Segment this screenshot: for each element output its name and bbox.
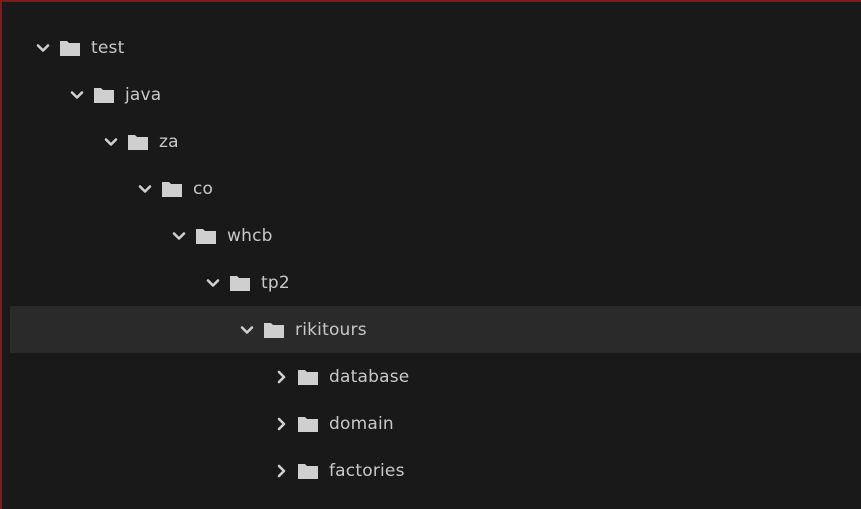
tree-item-tp2[interactable]: tp2 bbox=[10, 259, 861, 306]
tree-item-label: co bbox=[193, 178, 214, 199]
folder-icon bbox=[298, 463, 318, 479]
tree-item-label: test bbox=[91, 37, 125, 58]
tree-item-label: tp2 bbox=[261, 272, 290, 293]
tree-item-database[interactable]: database bbox=[10, 353, 861, 400]
tree-item-factories[interactable]: factories bbox=[10, 447, 861, 494]
chevron-down-icon[interactable] bbox=[205, 275, 221, 291]
tree-item-label: factories bbox=[329, 460, 405, 481]
folder-icon bbox=[298, 416, 318, 432]
chevron-down-icon[interactable] bbox=[69, 87, 85, 103]
tree-item-test[interactable]: test bbox=[10, 24, 861, 71]
folder-icon bbox=[128, 134, 148, 150]
file-tree: test java za co whcb tp2 rikitours datab… bbox=[10, 24, 861, 494]
folder-icon bbox=[162, 181, 182, 197]
tree-item-label: whcb bbox=[227, 225, 273, 246]
chevron-down-icon[interactable] bbox=[239, 322, 255, 338]
folder-icon bbox=[60, 40, 80, 56]
tree-item-rikitours[interactable]: rikitours bbox=[10, 306, 861, 353]
folder-icon bbox=[230, 275, 250, 291]
chevron-right-icon[interactable] bbox=[273, 463, 289, 479]
file-tree-container: test java za co whcb tp2 rikitours datab… bbox=[10, 5, 861, 509]
tree-item-co[interactable]: co bbox=[10, 165, 861, 212]
tree-item-label: database bbox=[329, 366, 410, 387]
tree-item-label: za bbox=[159, 131, 179, 152]
folder-icon bbox=[94, 87, 114, 103]
chevron-down-icon[interactable] bbox=[137, 181, 153, 197]
tree-item-za[interactable]: za bbox=[10, 118, 861, 165]
tree-item-domain[interactable]: domain bbox=[10, 400, 861, 447]
chevron-down-icon[interactable] bbox=[35, 40, 51, 56]
folder-icon bbox=[264, 322, 284, 338]
tree-item-label: domain bbox=[329, 413, 394, 434]
explorer-panel: test java za co whcb tp2 rikitours datab… bbox=[0, 0, 861, 509]
chevron-down-icon[interactable] bbox=[103, 134, 119, 150]
tree-item-whcb[interactable]: whcb bbox=[10, 212, 861, 259]
chevron-right-icon[interactable] bbox=[273, 369, 289, 385]
folder-icon bbox=[298, 369, 318, 385]
chevron-down-icon[interactable] bbox=[171, 228, 187, 244]
tree-item-label: rikitours bbox=[295, 319, 367, 340]
tree-item-label: java bbox=[125, 84, 162, 105]
folder-icon bbox=[196, 228, 216, 244]
chevron-right-icon[interactable] bbox=[273, 416, 289, 432]
tree-item-java[interactable]: java bbox=[10, 71, 861, 118]
